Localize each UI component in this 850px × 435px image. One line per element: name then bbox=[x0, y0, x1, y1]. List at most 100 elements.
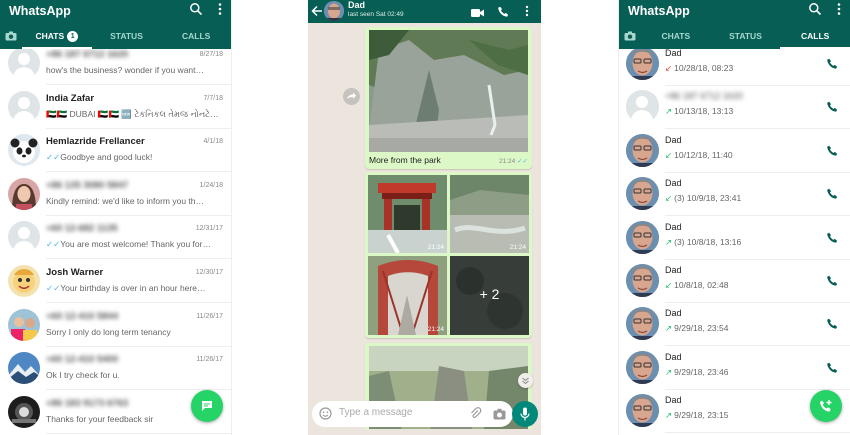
search-icon[interactable] bbox=[808, 2, 822, 16]
contact-name[interactable]: Dad bbox=[348, 0, 365, 10]
tab-status[interactable]: STATUS bbox=[92, 24, 162, 49]
chat-row[interactable]: +60 12-682 1135 12/31/17 ✓✓You are most we… bbox=[0, 216, 231, 260]
contact-avatar[interactable] bbox=[324, 1, 344, 21]
message-area[interactable]: More from the park 21:24 ✓✓ 21:24 21:24 … bbox=[311, 27, 538, 429]
message-input-bar[interactable]: Type a message bbox=[312, 401, 513, 427]
menu-dots-icon[interactable] bbox=[213, 2, 227, 16]
call-row[interactable]: Dad ↗ 9/29/18, 23:54 bbox=[619, 302, 850, 347]
new-call-button[interactable] bbox=[810, 390, 842, 422]
tab-calls[interactable]: CALLS bbox=[161, 24, 231, 49]
avatar[interactable] bbox=[626, 350, 659, 384]
video-call-icon[interactable] bbox=[471, 5, 484, 23]
tab-camera[interactable] bbox=[619, 24, 641, 49]
chat-row[interactable]: India Zafar 7/7/18 🇦🇪🇦🇪 DUBAI 🇦🇪🇦🇪 🆕 ટેકનિ… bbox=[0, 86, 231, 129]
avatar[interactable] bbox=[626, 90, 659, 124]
avatar[interactable] bbox=[626, 394, 659, 428]
chat-preview-text: 🇦🇪🇦🇪 DUBAI 🇦🇪🇦🇪 🆕 ટેકનિકલ તેમજ નોનટે… bbox=[46, 108, 219, 119]
chat-row[interactable]: +60 12-410 5400 11/26/17 Ok I try check fo… bbox=[0, 347, 231, 391]
phone-icon[interactable] bbox=[827, 143, 838, 161]
menu-dots-icon[interactable] bbox=[522, 4, 532, 22]
call-info: ↗ 9/29/18, 23:46 bbox=[665, 367, 728, 378]
call-row[interactable]: Dad ↗ (3) 10/8/18, 13:16 bbox=[619, 216, 850, 260]
chat-preview: how's the business? wonder if you want… bbox=[46, 65, 222, 75]
back-arrow-icon[interactable] bbox=[311, 4, 323, 22]
avatar[interactable] bbox=[8, 177, 40, 210]
call-time: (3) 10/9/18, 23:41 bbox=[674, 193, 742, 204]
camera-small-icon[interactable] bbox=[493, 407, 506, 425]
phone-icon[interactable] bbox=[827, 56, 838, 74]
chat-preview-text: Kindly remind: we'd like to inform you t… bbox=[46, 195, 204, 206]
chat-preview-text: Sorry I only do long term tenancy bbox=[46, 326, 171, 337]
new-chat-button[interactable] bbox=[191, 390, 223, 422]
search-icon[interactable] bbox=[189, 2, 203, 16]
chat-name: +86 135 3080 5847 bbox=[46, 179, 129, 191]
tab-camera[interactable] bbox=[0, 24, 22, 49]
emoji-icon[interactable] bbox=[319, 407, 332, 425]
attach-icon[interactable] bbox=[469, 407, 482, 425]
avatar[interactable] bbox=[8, 265, 40, 297]
chat-row[interactable]: +86 187 6712 1620 8/27/18 how's the busine… bbox=[0, 49, 231, 85]
more-photos-tile[interactable]: + 2 bbox=[450, 256, 529, 335]
phone-icon[interactable] bbox=[827, 99, 838, 117]
tab-bar: CHATS 1 STATUS CALLS bbox=[0, 24, 231, 49]
avatar[interactable] bbox=[626, 307, 659, 341]
call-time: 10/28/18, 08:23 bbox=[674, 63, 734, 73]
image-message[interactable]: More from the park 21:24 ✓✓ bbox=[365, 27, 532, 169]
phone-icon[interactable] bbox=[498, 4, 509, 22]
message-input[interactable]: Type a message bbox=[339, 407, 412, 418]
phone-icon[interactable] bbox=[827, 186, 838, 204]
read-tick-icon: ✓✓ bbox=[46, 239, 61, 250]
phone-icon[interactable] bbox=[827, 360, 838, 378]
call-row[interactable]: Dad ↙ 10/12/18, 11:40 bbox=[619, 129, 850, 173]
avatar[interactable] bbox=[8, 352, 40, 385]
call-row[interactable]: Dad ↙ (3) 10/9/18, 23:41 bbox=[619, 172, 850, 217]
mic-button[interactable] bbox=[512, 401, 538, 427]
outgoing-call-icon: ↗ bbox=[665, 366, 673, 377]
avatar[interactable] bbox=[8, 308, 40, 341]
tab-calls[interactable]: CALLS bbox=[780, 24, 850, 49]
call-row[interactable]: Dad ↙ 10/28/18, 08:23 bbox=[619, 49, 850, 86]
avatar[interactable] bbox=[8, 90, 40, 123]
more-photos-count: + 2 bbox=[479, 286, 500, 302]
call-row[interactable]: +86 187 6712 1620 ↗ 10/13/18, 13:13 bbox=[619, 85, 850, 130]
phone-icon[interactable] bbox=[827, 316, 838, 334]
tab-chats[interactable]: CHATS 1 bbox=[22, 24, 92, 49]
chat-row[interactable]: Hemlazride Frellancer 4/1/18 ✓✓Goodbye and… bbox=[0, 129, 231, 173]
read-tick-icon: ✓✓ bbox=[46, 152, 61, 163]
conversation-header: Dad last seen Sat 02:49 bbox=[308, 0, 541, 23]
forward-icon[interactable] bbox=[343, 88, 360, 105]
avatar[interactable] bbox=[626, 220, 659, 254]
camera-icon bbox=[5, 31, 17, 41]
tab-chats[interactable]: CHATS bbox=[641, 24, 711, 49]
avatar[interactable] bbox=[626, 177, 659, 211]
bridge-photo[interactable]: 21:24 bbox=[368, 256, 447, 335]
chat-row[interactable]: Josh Warner 12/30/17 ✓✓Your birthday is ov… bbox=[0, 260, 231, 303]
phone-icon[interactable] bbox=[827, 273, 838, 291]
avatar[interactable] bbox=[626, 49, 659, 80]
chat-date: 7/7/18 bbox=[203, 94, 223, 102]
scroll-down-icon[interactable] bbox=[518, 373, 533, 388]
call-info: ↗ 9/29/18, 23:15 bbox=[665, 410, 728, 421]
park-photo[interactable] bbox=[369, 30, 528, 152]
avatar[interactable] bbox=[8, 134, 40, 167]
phone-icon[interactable] bbox=[827, 230, 838, 248]
call-name: Dad bbox=[665, 221, 682, 232]
avatar[interactable] bbox=[626, 264, 659, 297]
call-row[interactable]: Dad ↗ 9/29/18, 23:46 bbox=[619, 346, 850, 390]
chat-preview: ✓✓You are most welcome! Thank you for… bbox=[46, 239, 222, 250]
river-photo[interactable]: 21:24 bbox=[450, 175, 529, 253]
call-info: ↙ 10/8/18, 02:48 bbox=[665, 280, 728, 291]
chat-row[interactable]: +86 135 3080 5847 1/24/18 Kindly remind: w… bbox=[0, 173, 231, 216]
image-grid-message[interactable]: 21:24 21:24 21:24 + 2 bbox=[365, 172, 532, 338]
avatar[interactable] bbox=[8, 49, 40, 79]
tab-status[interactable]: STATUS bbox=[711, 24, 781, 49]
call-row[interactable]: Dad ↙ 10/8/18, 02:48 bbox=[619, 259, 850, 303]
tab-chats-label: CHATS bbox=[35, 31, 65, 41]
gate-photo[interactable]: 21:24 bbox=[368, 175, 447, 253]
menu-dots-icon[interactable] bbox=[832, 2, 846, 16]
avatar[interactable] bbox=[626, 133, 659, 167]
avatar[interactable] bbox=[8, 221, 40, 254]
last-seen-status: last seen Sat 02:49 bbox=[348, 11, 404, 18]
avatar[interactable] bbox=[8, 395, 40, 428]
chat-row[interactable]: +60 12-410 5844 11/26/17 Sorry I only do l… bbox=[0, 304, 231, 347]
